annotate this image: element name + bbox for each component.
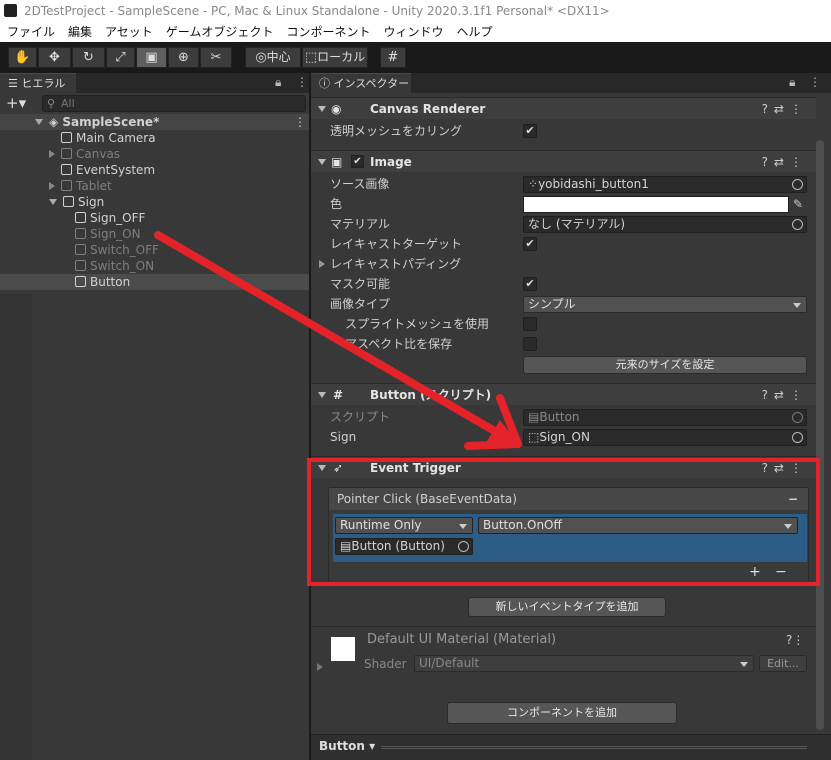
annotation-arrow xyxy=(154,231,522,450)
